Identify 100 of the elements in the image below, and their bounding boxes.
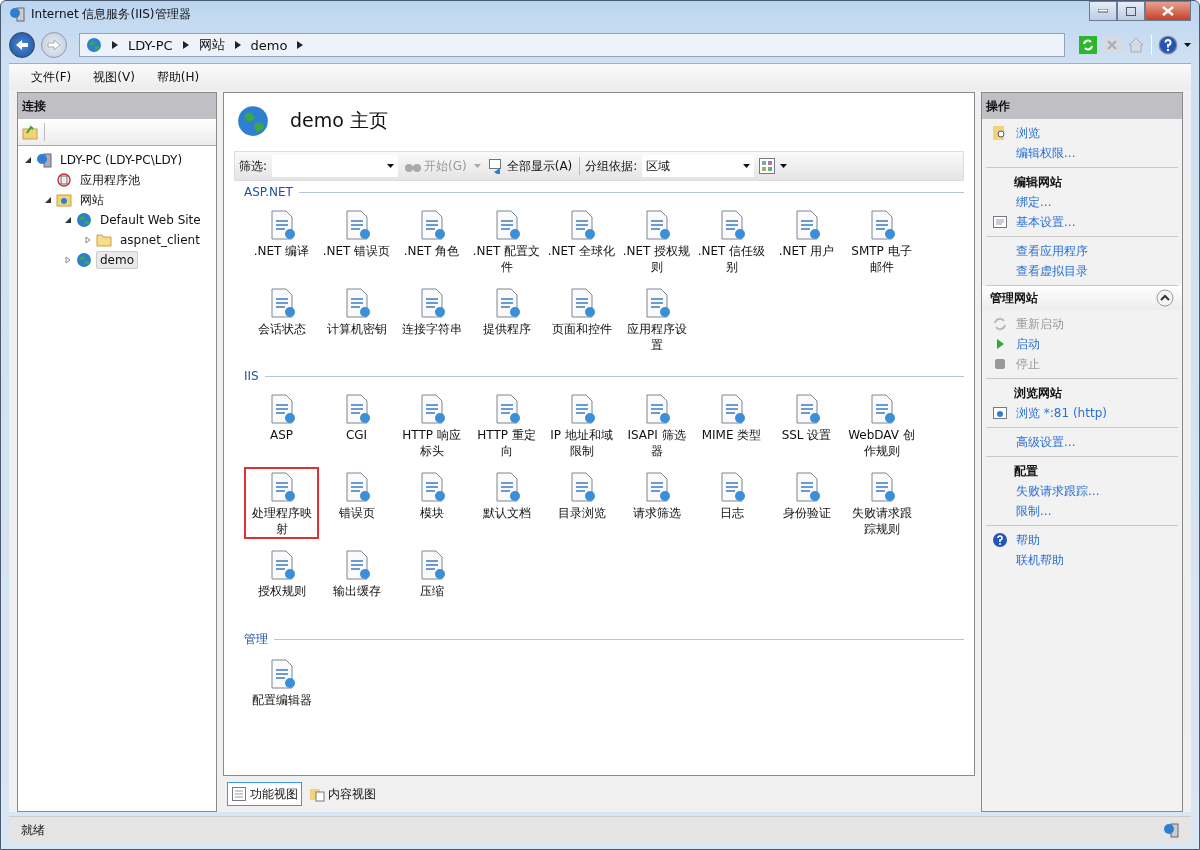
feature-item[interactable]: 连接字符串 xyxy=(394,283,469,355)
collapse-icon[interactable] xyxy=(1156,289,1174,307)
feature-item[interactable]: MIME 类型 xyxy=(694,389,769,461)
dropdown-arrow-icon[interactable] xyxy=(780,164,788,168)
minimize-button[interactable] xyxy=(1089,1,1117,21)
help-icon xyxy=(992,532,1008,548)
feature-item[interactable]: 失败请求跟踪规则 xyxy=(844,467,919,539)
folder-globe-icon xyxy=(56,192,72,208)
feature-item[interactable]: 提供程序 xyxy=(469,283,544,355)
expand-arrow-icon[interactable] xyxy=(84,236,92,244)
feature-item[interactable]: WebDAV 创作规则 xyxy=(844,389,919,461)
action-link[interactable]: 绑定... xyxy=(1016,193,1052,211)
collapse-arrow-icon[interactable] xyxy=(44,196,52,204)
chevron-icon[interactable] xyxy=(182,41,189,49)
action-link[interactable]: 高级设置... xyxy=(1016,433,1076,451)
feature-item[interactable]: .NET 全球化 xyxy=(544,205,619,277)
action-link[interactable]: 帮助 xyxy=(1016,531,1040,549)
feature-item[interactable]: .NET 编译 xyxy=(244,205,319,277)
tree-item[interactable]: LDY-PC (LDY-PC\LDY) xyxy=(56,151,187,169)
chevron-icon[interactable] xyxy=(234,41,241,49)
feature-item[interactable]: 处理程序映射 xyxy=(244,467,319,539)
menu-item[interactable]: 视图(V) xyxy=(83,68,147,86)
status-text: 就绪 xyxy=(21,821,45,839)
action-link[interactable]: 失败请求跟踪... xyxy=(1016,482,1100,500)
feature-item[interactable]: 应用程序设置 xyxy=(619,283,694,355)
stop-icon xyxy=(992,356,1008,372)
maximize-icon xyxy=(1126,6,1136,16)
collapse-arrow-icon[interactable] xyxy=(64,216,72,224)
feature-item[interactable]: 输出缓存 xyxy=(319,545,394,617)
feature-item[interactable]: 目录浏览 xyxy=(544,467,619,539)
help-icon[interactable] xyxy=(1158,35,1178,55)
maximize-button[interactable] xyxy=(1117,1,1145,21)
feature-item[interactable]: .NET 授权规则 xyxy=(619,205,694,277)
view-grid-icon[interactable] xyxy=(759,158,776,174)
action-link[interactable]: 启动 xyxy=(1016,335,1040,353)
feature-item[interactable]: 配置编辑器 xyxy=(244,654,319,726)
action-link[interactable]: 浏览 xyxy=(1016,124,1040,142)
feature-item[interactable]: HTTP 重定向 xyxy=(469,389,544,461)
tree-item[interactable]: demo xyxy=(96,251,139,269)
chevron-icon[interactable] xyxy=(112,41,118,49)
collapse-arrow-icon[interactable] xyxy=(24,156,32,164)
expand-arrow-icon[interactable] xyxy=(64,256,72,264)
back-button[interactable] xyxy=(9,32,35,58)
breadcrumb[interactable]: 网站 xyxy=(198,36,225,54)
folder-arrow-icon[interactable] xyxy=(22,124,38,140)
tree-item[interactable]: Default Web Site xyxy=(96,211,205,229)
feature-item[interactable]: 页面和控件 xyxy=(544,283,619,355)
feature-item[interactable]: CGI xyxy=(319,389,394,461)
tree-item[interactable]: aspnet_client xyxy=(116,231,204,249)
action-link[interactable]: 基本设置... xyxy=(1016,213,1076,231)
action-link[interactable]: 浏览 *:81 (http) xyxy=(1016,404,1107,422)
menu-item[interactable]: 帮助(H) xyxy=(146,68,212,86)
feature-item[interactable]: 授权规则 xyxy=(244,545,319,617)
feature-item[interactable]: HTTP 响应标头 xyxy=(394,389,469,461)
feature-item[interactable]: 压缩 xyxy=(394,545,469,617)
menu-item[interactable]: 文件(F) xyxy=(21,68,84,86)
action-link[interactable]: 编辑权限... xyxy=(1016,144,1076,162)
feature-item[interactable]: 模块 xyxy=(394,467,469,539)
show-all-button[interactable]: 全部显示(A) xyxy=(485,157,575,175)
feature-item[interactable]: .NET 配置文件 xyxy=(469,205,544,277)
feature-item[interactable]: 会话状态 xyxy=(244,283,319,355)
dropdown-arrow-icon[interactable] xyxy=(1184,43,1191,47)
globe-icon xyxy=(236,104,270,138)
page-title: demo 主页 xyxy=(290,108,388,133)
feature-item[interactable]: 计算机密钥 xyxy=(319,283,394,355)
close-button[interactable] xyxy=(1145,1,1191,21)
breadcrumb[interactable]: LDY-PC xyxy=(128,37,173,53)
feature-item[interactable]: .NET 用户 xyxy=(769,205,844,277)
action-link[interactable]: 查看虚拟目录 xyxy=(1016,262,1088,280)
feature-item[interactable]: .NET 角色 xyxy=(394,205,469,277)
feature-item[interactable]: 日志 xyxy=(694,467,769,539)
view-tab[interactable]: 内容视图 xyxy=(305,782,380,806)
feature-item[interactable]: 默认文档 xyxy=(469,467,544,539)
action-link[interactable]: 联机帮助 xyxy=(1016,551,1064,569)
group-by-dropdown[interactable]: 区域 xyxy=(642,155,755,177)
folder-document-icon xyxy=(309,786,325,802)
forward-button[interactable] xyxy=(41,32,67,58)
tree-item[interactable]: 应用程序池 xyxy=(76,169,144,191)
feature-item[interactable]: SSL 设置 xyxy=(769,389,844,461)
feature-item[interactable]: 请求筛选 xyxy=(619,467,694,539)
feature-item[interactable]: IP 地址和域限制 xyxy=(544,389,619,461)
refresh-icon[interactable] xyxy=(1079,36,1097,54)
action-heading: 浏览网站 xyxy=(1013,385,1063,402)
feature-item[interactable]: 错误页 xyxy=(319,467,394,539)
action-link[interactable]: 限制... xyxy=(1016,502,1052,520)
feature-item[interactable]: .NET 信任级别 xyxy=(694,205,769,277)
filter-field[interactable] xyxy=(272,155,399,177)
feature-item[interactable]: .NET 错误页 xyxy=(319,205,394,277)
feature-item[interactable]: 身份验证 xyxy=(769,467,844,539)
breadcrumb[interactable]: demo xyxy=(250,37,288,53)
tree-item[interactable]: 网站 xyxy=(76,189,108,211)
server-icon xyxy=(1163,822,1179,838)
view-tab[interactable]: 功能视图 xyxy=(227,782,302,806)
address-bar[interactable]: LDY-PC 网站 demo xyxy=(79,33,1065,57)
action-link[interactable]: 查看应用程序 xyxy=(1016,242,1088,260)
feature-item[interactable]: ISAPI 筛选器 xyxy=(619,389,694,461)
chevron-icon[interactable] xyxy=(297,41,304,49)
feature-item[interactable]: ASP xyxy=(244,389,319,461)
magnifier-folder-icon xyxy=(992,125,1008,141)
feature-item[interactable]: SMTP 电子邮件 xyxy=(844,205,919,277)
